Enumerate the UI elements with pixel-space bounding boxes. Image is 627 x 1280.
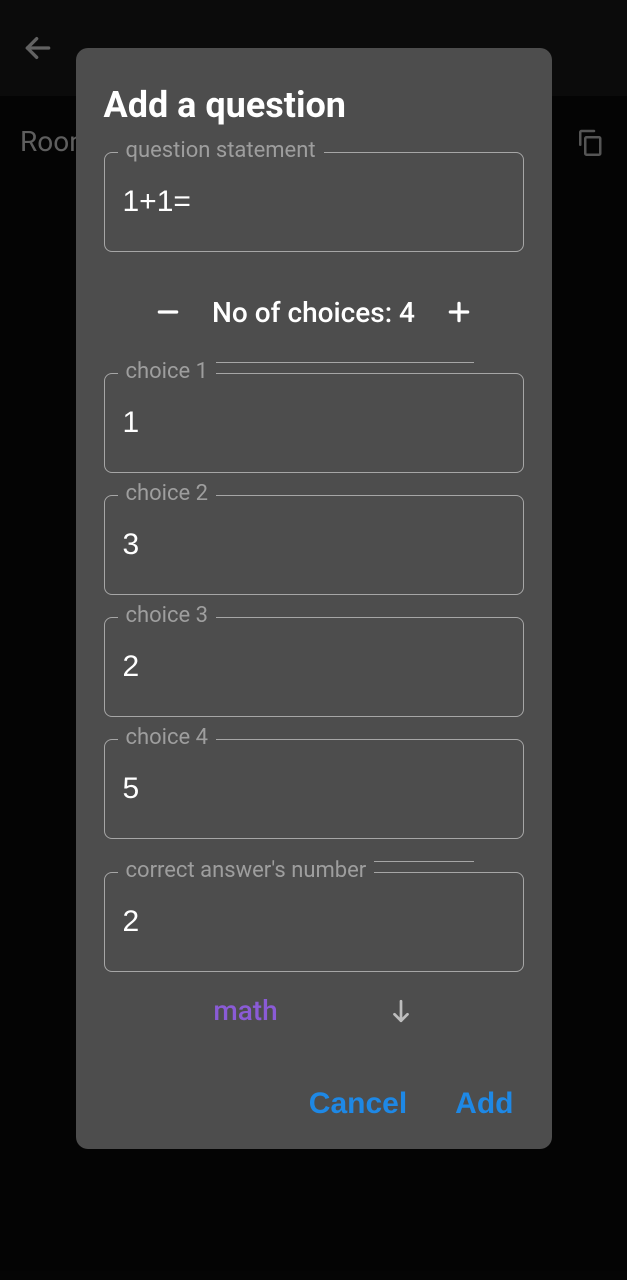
choice-1-field: choice 1 [104, 373, 524, 473]
choice-2-field: choice 2 [104, 495, 524, 595]
choice-3-field: choice 3 [104, 617, 524, 717]
correct-answer-input[interactable] [104, 872, 524, 972]
question-statement-field: question statement [104, 152, 524, 252]
choice-3-label: choice 3 [118, 605, 217, 627]
category-dropdown[interactable]: math [104, 994, 524, 1027]
choice-4-label: choice 4 [118, 727, 217, 749]
num-choices-row: No of choices: 4 [104, 292, 524, 332]
choice-2-input[interactable] [104, 495, 524, 595]
add-question-dialog: Add a question question statement No of … [76, 48, 552, 1149]
choice-1-label: choice 1 [118, 361, 217, 383]
dialog-scrim[interactable]: Add a question question statement No of … [0, 0, 627, 1280]
dialog-title: Add a question [104, 84, 524, 126]
num-choices-value: 4 [399, 296, 415, 329]
num-choices-label: No of choices: 4 [212, 296, 415, 329]
add-button[interactable]: Add [455, 1087, 513, 1121]
category-label: math [213, 994, 277, 1027]
correct-answer-label: correct answer's number [118, 860, 375, 882]
choice-1-input[interactable] [104, 373, 524, 473]
cancel-button[interactable]: Cancel [309, 1087, 407, 1121]
question-statement-input[interactable] [104, 152, 524, 252]
choice-2-label: choice 2 [118, 483, 217, 505]
num-choices-prefix: No of choices: [212, 296, 399, 329]
decrement-choices-button[interactable] [148, 292, 188, 332]
increment-choices-button[interactable] [439, 292, 479, 332]
choice-3-input[interactable] [104, 617, 524, 717]
question-statement-label: question statement [118, 140, 324, 162]
correct-answer-field: correct answer's number [104, 872, 524, 972]
choice-4-field: choice 4 [104, 739, 524, 839]
dialog-actions: Cancel Add [104, 1087, 524, 1121]
choice-4-input[interactable] [104, 739, 524, 839]
chevron-down-icon [388, 998, 414, 1024]
